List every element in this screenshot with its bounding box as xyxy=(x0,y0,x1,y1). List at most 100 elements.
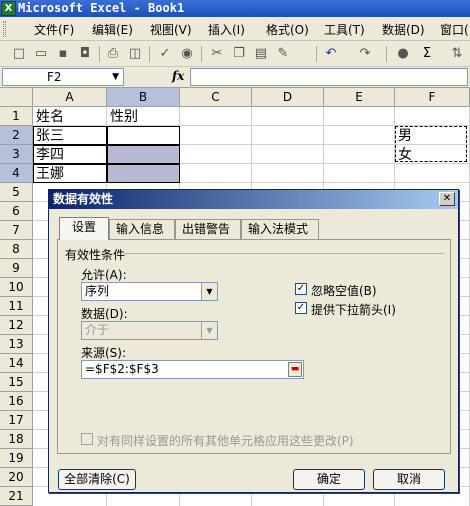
formula-input[interactable] xyxy=(190,68,468,86)
data-value: 介于 xyxy=(85,323,110,337)
print-icon[interactable]: ⎙ xyxy=(104,45,122,63)
cell-a1[interactable]: 姓名 xyxy=(34,108,64,126)
copy-icon[interactable]: ❐ xyxy=(230,45,248,63)
toolbar-separator xyxy=(149,46,150,62)
spelling-icon[interactable]: ✓ xyxy=(156,45,174,63)
row-header[interactable]: 12 xyxy=(0,316,33,335)
row-header[interactable]: 13 xyxy=(0,335,33,354)
clear-all-button[interactable]: 全部清除(C) xyxy=(58,469,136,490)
row-header[interactable]: 19 xyxy=(0,449,33,468)
autosum-icon[interactable]: Σ xyxy=(418,45,436,63)
source-input[interactable]: =$F$2:$F$3 ▬ xyxy=(81,360,304,379)
cut-icon[interactable]: ✂ xyxy=(208,45,226,63)
insert-function-icon[interactable]: fx xyxy=(172,69,184,83)
row-header[interactable]: 9 xyxy=(0,259,33,278)
menu-edit[interactable]: 编辑(E) xyxy=(92,21,133,38)
cell-b4[interactable] xyxy=(107,164,180,183)
column-header-c[interactable]: C xyxy=(180,88,252,107)
print-preview-icon[interactable]: ◫ xyxy=(126,45,144,63)
row-header[interactable]: 16 xyxy=(0,392,33,411)
sort-icon[interactable]: ⇅ xyxy=(448,45,466,63)
row-header[interactable]: 17 xyxy=(0,411,33,430)
cell-b1[interactable]: 性别 xyxy=(108,108,138,126)
row-header[interactable]: 5 xyxy=(0,183,33,202)
in-cell-dropdown-checkbox[interactable]: ✓ xyxy=(295,302,307,314)
toolbar-separator xyxy=(201,46,202,62)
menu-insert[interactable]: 插入(I) xyxy=(208,21,245,38)
row-header[interactable]: 11 xyxy=(0,297,33,316)
close-icon[interactable]: ✕ xyxy=(439,192,455,206)
dialog-title[interactable]: 数据有效性 xyxy=(49,190,458,209)
row-header[interactable]: 21 xyxy=(0,487,33,506)
toolbar-separator xyxy=(386,46,387,62)
hyperlink-icon[interactable]: ● xyxy=(394,45,412,63)
cancel-button[interactable]: 取消 xyxy=(373,469,445,490)
name-box[interactable]: F2 ▼ xyxy=(2,68,124,86)
source-value: =$F$2:$F$3 xyxy=(85,362,159,376)
ignore-blank-label[interactable]: 忽略空值(B) xyxy=(311,282,377,299)
tab-ime-mode[interactable]: 输入法模式 xyxy=(241,219,319,239)
chevron-down-icon: ▼ xyxy=(201,322,217,339)
menu-window[interactable]: 窗口( xyxy=(440,21,469,38)
data-validation-dialog: 数据有效性 ✕ 设置 输入信息 出错警告 输入法模式 有效性条件 允许(A): … xyxy=(48,189,459,493)
menu-bar: 文件(F) 编辑(E) 视图(V) 插入(I) 格式(O) 工具(T) 数据(D… xyxy=(0,17,470,41)
cell-a3-text: 李四 xyxy=(36,147,64,163)
column-header-d[interactable]: D xyxy=(252,88,324,107)
row-header[interactable]: 14 xyxy=(0,354,33,373)
tab-settings[interactable]: 设置 xyxy=(59,217,109,240)
ok-button[interactable]: 确定 xyxy=(293,469,365,490)
validation-criteria-label: 有效性条件 xyxy=(65,248,126,262)
tab-error-alert[interactable]: 出错警告 xyxy=(175,219,241,239)
toolbar-separator xyxy=(99,46,100,62)
row-header[interactable]: 15 xyxy=(0,373,33,392)
column-header-a[interactable]: A xyxy=(33,88,107,107)
range-picker-icon[interactable]: ▬ xyxy=(288,362,302,377)
tab-input-message[interactable]: 输入信息 xyxy=(109,219,175,239)
format-painter-icon[interactable]: ✎ xyxy=(274,45,292,63)
chevron-down-icon[interactable]: ▼ xyxy=(112,69,119,85)
select-all-corner[interactable] xyxy=(0,88,33,107)
excel-app-icon[interactable]: X xyxy=(1,1,16,16)
open-icon[interactable]: ▭ xyxy=(32,45,50,63)
cell-b3[interactable] xyxy=(107,145,180,164)
research-icon[interactable]: ◉ xyxy=(178,45,196,63)
menu-view[interactable]: 视图(V) xyxy=(150,21,192,38)
row-header[interactable]: 18 xyxy=(0,430,33,449)
allow-value: 序列 xyxy=(85,284,110,298)
row-header[interactable]: 8 xyxy=(0,240,33,259)
undo-icon[interactable]: ↶ xyxy=(322,45,340,63)
row-header[interactable]: 20 xyxy=(0,468,33,487)
menu-format[interactable]: 格式(O) xyxy=(266,21,309,38)
save-icon[interactable]: ▪ xyxy=(54,45,72,63)
cell-a2-text: 张三 xyxy=(36,128,64,144)
allow-label: 允许(A): xyxy=(81,268,127,282)
group-divider xyxy=(124,253,444,254)
permission-icon[interactable]: ◘ xyxy=(76,45,94,63)
row-header[interactable]: 2 xyxy=(0,126,33,145)
column-header-b[interactable]: B xyxy=(107,88,180,107)
in-cell-dropdown-label[interactable]: 提供下拉箭头(I) xyxy=(311,301,396,318)
row-header[interactable]: 4 xyxy=(0,164,33,183)
new-icon[interactable]: □ xyxy=(10,45,28,63)
data-select: 介于 ▼ xyxy=(81,321,218,340)
column-header-f[interactable]: F xyxy=(395,88,470,107)
ignore-blank-checkbox[interactable]: ✓ xyxy=(295,283,307,295)
row-header[interactable]: 10 xyxy=(0,278,33,297)
row-header[interactable]: 6 xyxy=(0,202,33,221)
row-header[interactable]: 7 xyxy=(0,221,33,240)
cell-b2[interactable] xyxy=(107,126,180,145)
menu-bar-grip[interactable] xyxy=(3,21,6,37)
paste-icon[interactable]: ▤ xyxy=(252,45,270,63)
source-label: 来源(S): xyxy=(81,346,127,360)
formula-bar: F2 ▼ fx xyxy=(0,67,470,88)
allow-select[interactable]: 序列 ▼ xyxy=(81,282,218,301)
row-header[interactable]: 3 xyxy=(0,145,33,164)
row-header[interactable]: 1 xyxy=(0,107,33,126)
title-bar: X Microsoft Excel - Book1 xyxy=(0,0,470,17)
redo-icon[interactable]: ↷ xyxy=(356,45,374,63)
chevron-down-icon[interactable]: ▼ xyxy=(201,283,217,300)
menu-tools[interactable]: 工具(T) xyxy=(324,21,365,38)
column-header-e[interactable]: E xyxy=(324,88,395,107)
menu-data[interactable]: 数据(D) xyxy=(382,21,425,38)
menu-file[interactable]: 文件(F) xyxy=(34,21,74,38)
